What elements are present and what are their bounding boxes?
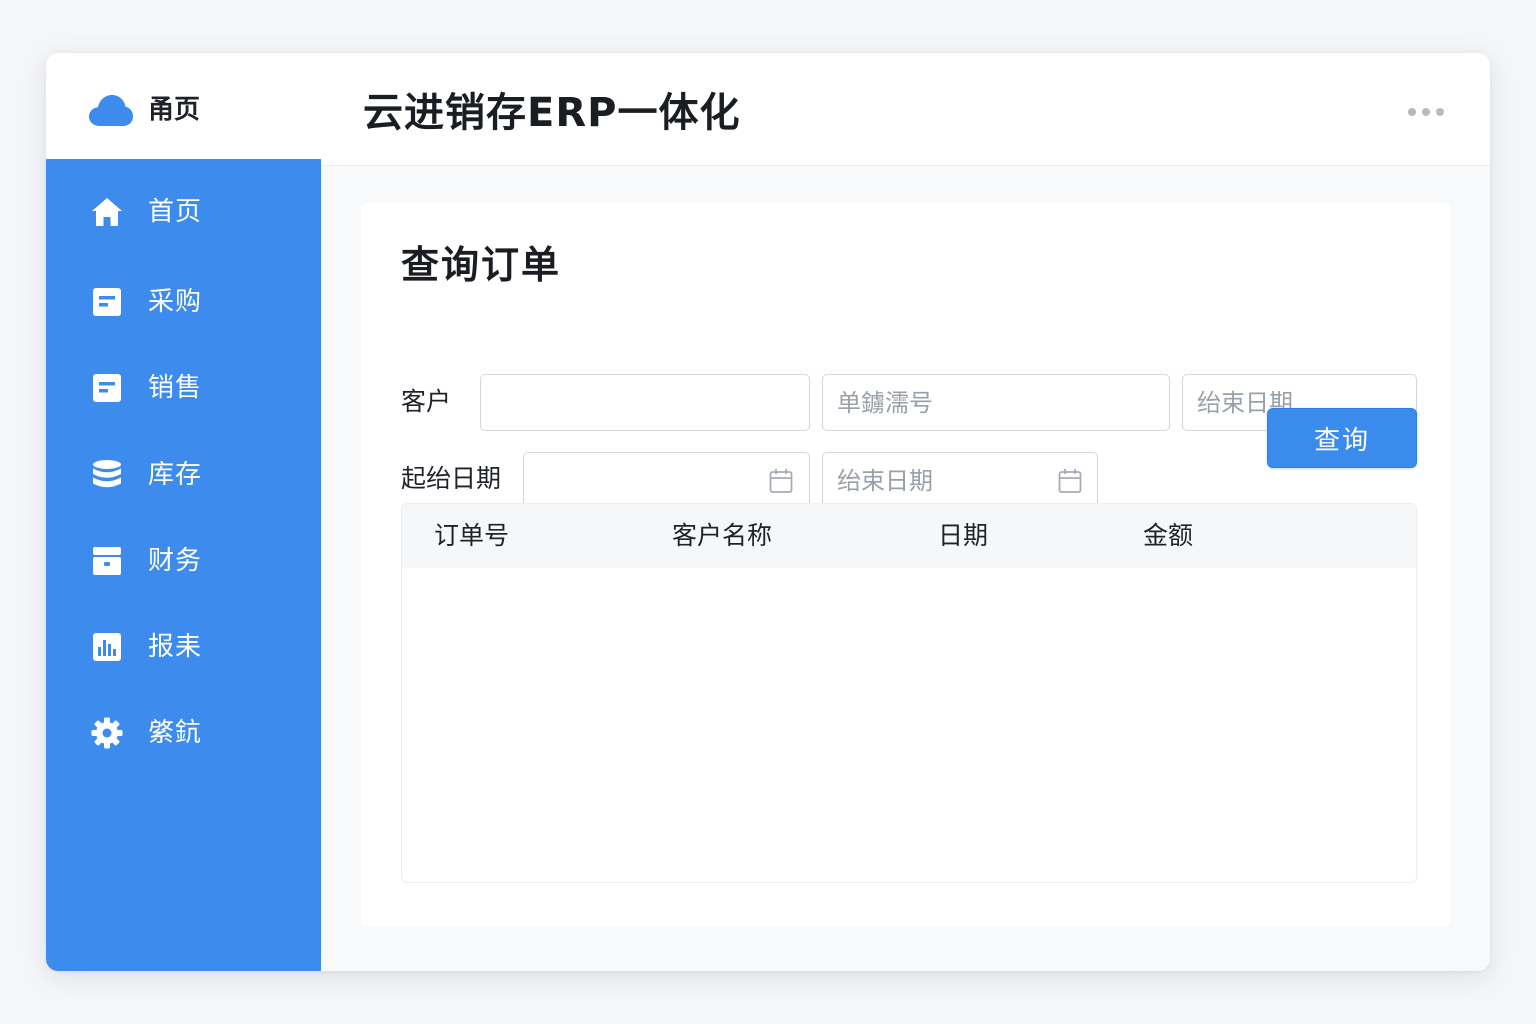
brand[interactable]: 甬页 [46, 53, 321, 159]
header: 云进销存ERP一体化 [321, 53, 1490, 166]
sidebar-item-reports[interactable]: 报耒 [46, 618, 321, 678]
orders-table: 订单号 客户名称 日期 金额 [401, 503, 1417, 883]
bar-chart-icon [93, 633, 121, 661]
document-icon [93, 374, 121, 402]
customer-label: 客户 [401, 387, 452, 416]
start-date-label: 起绐日期 [401, 464, 502, 493]
sidebar-item-home[interactable]: 首页 [46, 183, 321, 243]
sidebar-item-label: 销售 [148, 373, 203, 403]
order-number-input[interactable] [822, 374, 1170, 431]
home-icon [92, 198, 122, 226]
sidebar-item-label: 綮鈧 [148, 718, 203, 748]
app-title: 云进销存ERP一体化 [363, 90, 741, 136]
sidebar-item-inventory[interactable]: 库存 [46, 446, 321, 506]
sidebar-item-label: 报耒 [148, 632, 203, 662]
query-button[interactable]: 查询 [1267, 408, 1417, 468]
sidebar-item-label: 首页 [148, 197, 203, 227]
document-icon [93, 288, 121, 316]
customer-input[interactable] [480, 374, 810, 431]
sidebar-item-sales[interactable]: 销售 [46, 359, 321, 419]
sidebar-item-label: 采购 [148, 287, 203, 317]
column-header-amount[interactable]: 金额 [1143, 520, 1193, 552]
more-horizontal-icon[interactable] [1408, 108, 1444, 116]
database-icon [93, 460, 121, 488]
column-header-customer-name[interactable]: 客户名称 [672, 520, 772, 552]
start-date-picker[interactable] [523, 452, 810, 509]
query-card: 查询订单 客户 起绐日期 查询 订单号 客户名称 日期 金额 [361, 203, 1451, 927]
column-header-order-number[interactable]: 订单号 [434, 520, 509, 552]
table-header: 订单号 客户名称 日期 金额 [402, 504, 1416, 568]
calendar-icon[interactable] [1058, 468, 1082, 494]
page-title: 查询订单 [401, 243, 562, 287]
app-window: 甬页 首页 采购 销售 库存 财务 报耒 綮鈧 云进销存ERP一体化 查询订单 … [46, 53, 1490, 971]
column-header-date[interactable]: 日期 [938, 520, 988, 552]
cloud-icon [89, 95, 133, 126]
sidebar-item-purchase[interactable]: 采购 [46, 273, 321, 333]
sidebar-item-finance[interactable]: 财务 [46, 532, 321, 592]
end-date-picker[interactable] [822, 452, 1098, 509]
calendar-icon[interactable] [769, 468, 793, 494]
sidebar-item-label: 财务 [148, 546, 203, 576]
sidebar-item-system[interactable]: 綮鈧 [46, 704, 321, 764]
sidebar-nav: 首页 采购 销售 库存 财务 报耒 綮鈧 [46, 159, 321, 971]
sidebar-item-label: 库存 [148, 460, 203, 490]
sidebar: 甬页 首页 采购 销售 库存 财务 报耒 綮鈧 [46, 53, 321, 971]
brand-label: 甬页 [148, 95, 201, 125]
gear-icon [91, 717, 123, 749]
archive-box-icon [93, 547, 121, 575]
